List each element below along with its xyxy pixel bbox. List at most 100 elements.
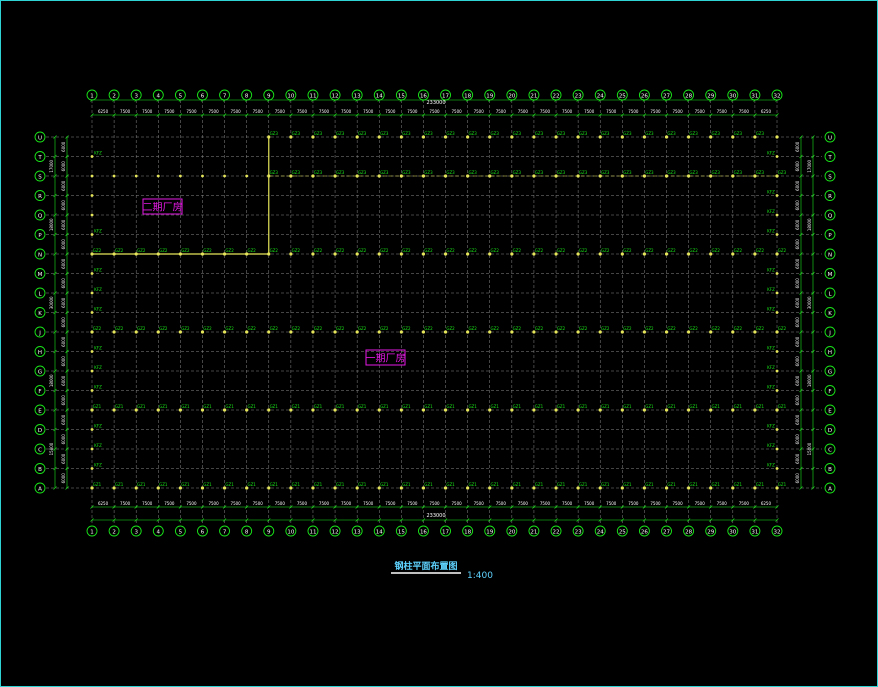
column-tag-gz2: GZ2 (712, 248, 721, 253)
column-tag-gz1: GZ1 (247, 482, 256, 487)
column-tag-kfz: KFZ (767, 463, 775, 468)
axis-bubble-top-4-label: 4 (157, 93, 161, 99)
axis-bubble-bottom-4-label: 4 (157, 529, 161, 535)
side-total-right: 17000 (807, 159, 812, 172)
axis-bubble-left-N-label: N (38, 252, 42, 258)
axis-bubble-left-H-label: H (38, 350, 42, 356)
column-tag-gz2: GZ2 (667, 326, 676, 331)
dimension-lines (53, 98, 815, 522)
column-tag-gz2: GZ2 (667, 248, 676, 253)
axis-bubble-left-T-label: T (37, 155, 42, 161)
column-tag-gz3: GZ3 (424, 131, 433, 136)
row-dim-right: 6000 (795, 200, 800, 211)
axis-bubble-bottom-10-label: 10 (287, 529, 294, 535)
column-tag-gz3: GZ3 (380, 170, 389, 175)
column-tag-gz2: GZ2 (336, 248, 345, 253)
axis-bubble-bottom-29-label: 29 (707, 529, 714, 535)
axis-bubble-left-G-label: G (38, 369, 42, 375)
column-tag-gz2: GZ2 (181, 248, 190, 253)
column-tag-gz2: GZ2 (513, 326, 522, 331)
column-tag-gz3: GZ3 (446, 131, 455, 136)
side-total-right: 18000 (807, 374, 812, 387)
column-tag-kfz: KFZ (767, 287, 775, 292)
row-dim-right: 6000 (795, 336, 800, 347)
axis-bubbles-right: UTSRQPNMLKJHGFEDCBA (824, 131, 836, 494)
axis-bubble-bottom-17-label: 17 (442, 529, 449, 535)
axis-bubble-bottom-22-label: 22 (553, 529, 560, 535)
row-dim-right: 6000 (795, 219, 800, 230)
steel-column (90, 155, 94, 158)
row-dim-left: 6000 (61, 336, 66, 347)
axis-bubble-top-14-label: 14 (376, 93, 383, 99)
axis-bubble-left-C-label: C (38, 447, 42, 453)
axis-bubble-top-1-label: 1 (90, 93, 94, 99)
bay-dim-bottom: 7500 (297, 501, 308, 506)
bay-dim-top: 7500 (739, 109, 750, 114)
axis-bubble-bottom-20-label: 20 (508, 529, 515, 535)
column-tag-gz3: GZ3 (557, 131, 566, 136)
bay-dim-bottom: 7500 (231, 501, 242, 506)
steel-column (775, 389, 779, 392)
column-tag-gz1: GZ1 (557, 482, 566, 487)
column-tag-gz3: GZ3 (712, 170, 721, 175)
row-dim-left: 6000 (61, 473, 66, 484)
bay-dim-bottom: 7500 (164, 501, 175, 506)
column-tag-gz2: GZ2 (115, 248, 124, 253)
axis-bubble-top-31-label: 31 (751, 93, 758, 99)
row-dim-right: 6000 (795, 453, 800, 464)
bay-dim-bottom: 7500 (562, 501, 573, 506)
axis-bubble-bottom-6-label: 6 (201, 529, 205, 535)
bay-dim-top: 7500 (717, 109, 728, 114)
column-tag-gz3: GZ3 (513, 170, 522, 175)
column-tag-gz2: GZ2 (778, 326, 787, 331)
row-dim-right: 6000 (795, 278, 800, 289)
column-tag-gz3: GZ3 (358, 131, 367, 136)
column-tag-gz3: GZ3 (468, 170, 477, 175)
column-tag-gz2: GZ2 (292, 326, 301, 331)
column-tag-gz2: GZ2 (292, 248, 301, 253)
bay-dim-top: 7500 (208, 109, 219, 114)
bay-dim-bottom: 7500 (385, 501, 396, 506)
bay-dim-top: 7500 (164, 109, 175, 114)
side-total-left: 17000 (49, 159, 54, 172)
row-dim-left: 6000 (61, 161, 66, 172)
bay-dim-bottom: 7500 (695, 501, 706, 506)
axis-bubble-top-8-label: 8 (245, 93, 249, 99)
column-tag-gz2: GZ2 (137, 326, 146, 331)
column-tag-gz3: GZ3 (601, 170, 610, 175)
drawing-title: 钢柱平面布置图 (394, 560, 457, 572)
bay-dim-top: 7500 (253, 109, 264, 114)
column-tag-gz3: GZ3 (623, 131, 632, 136)
axis-bubble-right-U-label: U (828, 135, 832, 141)
column-tag-gz2: GZ2 (270, 248, 279, 253)
column-tag-gz2: GZ2 (734, 326, 743, 331)
column-tag-gz1: GZ1 (159, 404, 168, 409)
overall-dim-bottom: 233000 (426, 513, 445, 519)
axis-bubble-bottom-24-label: 24 (597, 529, 604, 535)
column-tag-gz1: GZ1 (778, 404, 787, 409)
column-tag-gz1: GZ1 (270, 482, 279, 487)
side-total-left: 30000 (49, 296, 54, 309)
column-tag-gz1: GZ1 (667, 404, 676, 409)
column-tag-gz2: GZ2 (491, 248, 500, 253)
column-tag-gz1: GZ1 (115, 482, 124, 487)
column-tag-gz2: GZ2 (689, 248, 698, 253)
column-tag-gz1: GZ1 (292, 482, 301, 487)
bay-dim-bottom: 7500 (606, 501, 617, 506)
bay-dim-bottom: 7500 (584, 501, 595, 506)
bay-dim-top: 7500 (363, 109, 374, 114)
bay-dim-top: 7500 (142, 109, 153, 114)
steel-column (90, 233, 94, 236)
column-tag-gz3: GZ3 (535, 131, 544, 136)
column-tag-kfz: KFZ (94, 463, 102, 468)
steel-column (775, 272, 779, 275)
side-total-right: 30000 (807, 296, 812, 309)
axis-bubble-top-17-label: 17 (442, 93, 449, 99)
column-tag-gz2: GZ2 (623, 326, 632, 331)
axis-bubble-bottom-7-label: 7 (223, 529, 227, 535)
column-tag-gz1: GZ1 (601, 404, 610, 409)
axis-bubble-top-6-label: 6 (201, 93, 205, 99)
steel-column (775, 447, 779, 451)
column-tag-gz1: GZ1 (535, 482, 544, 487)
steel-column (90, 174, 94, 178)
